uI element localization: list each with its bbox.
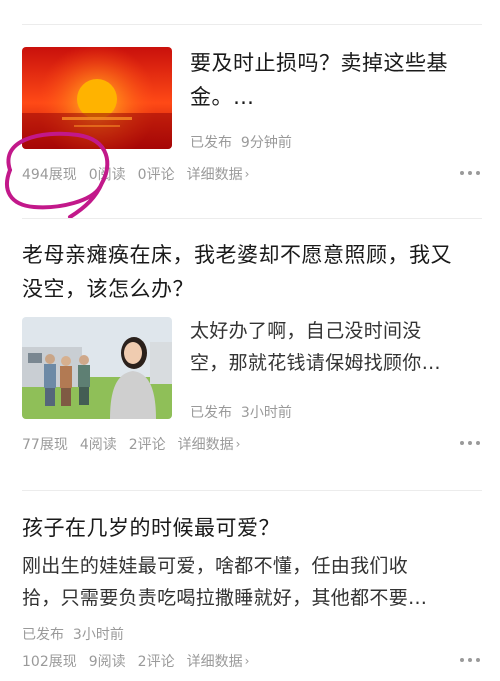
- publish-meta: 已发布 3小时前: [190, 402, 292, 422]
- impressions-count: 77展现: [22, 437, 68, 453]
- article-excerpt: 刚出生的娃娃最可爱，啥都不懂，任由我们收 拾，只需要负责吃喝拉撒睡就好，其他都不…: [22, 550, 482, 614]
- detail-data-link[interactable]: 详细数据 ›: [187, 651, 262, 671]
- title-line: 没空，该怎么办？: [22, 277, 194, 301]
- title-line: 金。…: [190, 85, 255, 109]
- more-dots-icon[interactable]: [460, 657, 480, 663]
- reads-count: 9阅读: [88, 654, 126, 670]
- article-excerpt: 太好办了啊，自己没时间没 空，那就花钱请保姆找顾你…: [190, 315, 480, 379]
- time-text: 3小时前: [240, 405, 292, 421]
- excerpt-line: 刚出生的娃娃最可爱，啥都不懂，任由我们收: [22, 555, 409, 577]
- article-title[interactable]: 孩子在几岁的时候最可爱？: [22, 511, 482, 545]
- reads-count: 4阅读: [79, 437, 117, 453]
- impressions-count: 102展现: [22, 654, 77, 670]
- excerpt-line: 太好办了啊，自己没时间没: [190, 320, 422, 342]
- title-line: 要及时止损吗？卖掉这些基: [190, 51, 448, 75]
- chevron-right-icon: ›: [244, 654, 250, 668]
- more-dots-icon[interactable]: [460, 440, 480, 446]
- title-line: 老母亲瘫痪在床，我老婆却不愿意照顾，我又: [22, 243, 452, 267]
- comments-count: 2评论: [137, 654, 175, 670]
- family-photo-thumbnail: [22, 317, 172, 419]
- comments-count: 2评论: [128, 437, 166, 453]
- status-text: 已发布: [190, 405, 232, 421]
- excerpt-line: 空，那就花钱请保姆找顾你…: [190, 352, 441, 374]
- annotation-circle: [5, 131, 110, 219]
- detail-data-link[interactable]: 详细数据 ›: [178, 434, 253, 454]
- status-text: 已发布: [190, 135, 232, 151]
- chevron-right-icon: ›: [235, 437, 241, 451]
- excerpt-line: 拾，只需要负责吃喝拉撒睡就好，其他都不要…: [22, 587, 428, 609]
- publish-meta: 已发布 3小时前: [22, 624, 124, 644]
- detail-label: 详细数据: [186, 167, 243, 183]
- divider: [22, 490, 482, 491]
- comments-count: 0评论: [137, 167, 175, 183]
- title-line: 孩子在几岁的时候最可爱？: [22, 516, 280, 540]
- detail-label: 详细数据: [186, 654, 243, 670]
- more-dots-icon[interactable]: [460, 170, 480, 176]
- detail-data-link[interactable]: 详细数据 ›: [187, 164, 262, 184]
- time-text: 3小时前: [72, 627, 124, 643]
- time-text: 9分钟前: [240, 135, 292, 151]
- article-stats: 77展现 4阅读 2评论 详细数据 ›: [22, 434, 252, 454]
- article-title[interactable]: 老母亲瘫痪在床，我老婆却不愿意照顾，我又 没空，该怎么办？: [22, 238, 482, 306]
- chevron-right-icon: ›: [244, 167, 250, 181]
- divider: [22, 24, 482, 25]
- article-stats: 102展现 9阅读 2评论 详细数据 ›: [22, 651, 261, 671]
- status-text: 已发布: [22, 627, 64, 643]
- divider: [22, 218, 482, 219]
- publish-meta: 已发布 9分钟前: [190, 132, 292, 152]
- detail-label: 详细数据: [177, 437, 234, 453]
- article-title[interactable]: 要及时止损吗？卖掉这些基 金。…: [190, 46, 480, 114]
